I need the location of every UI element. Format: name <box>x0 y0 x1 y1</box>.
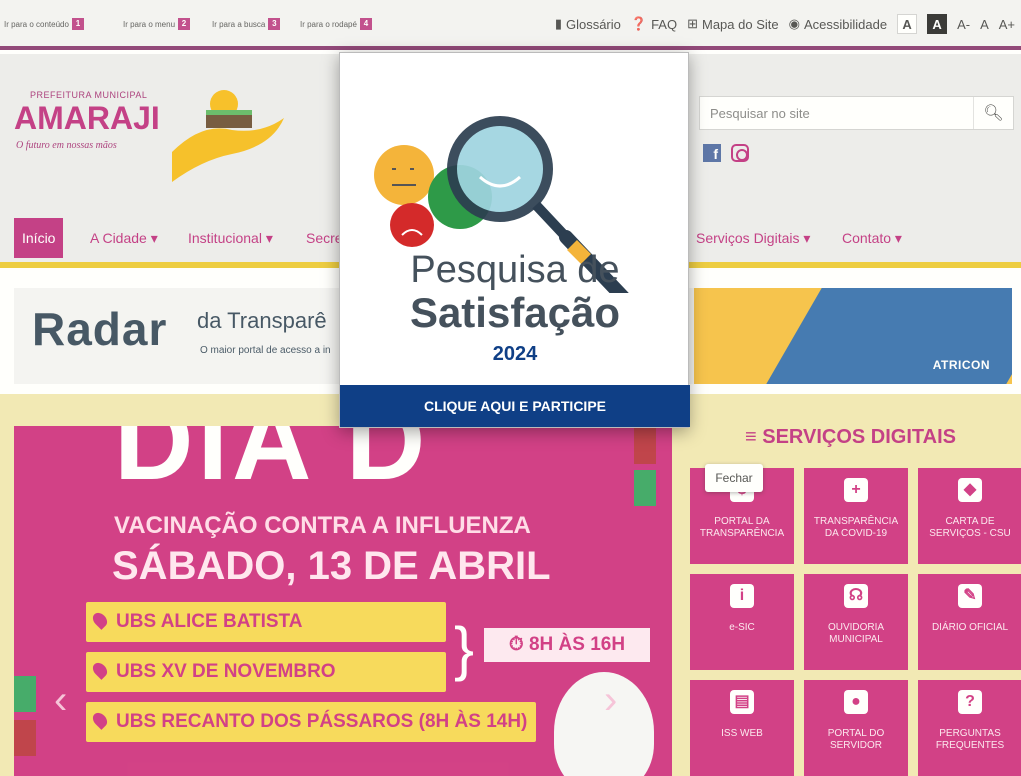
service-covid[interactable]: + TRANSPARÊNCIA DA COVID-19 <box>804 468 908 564</box>
survey-year: 2024 <box>492 343 538 365</box>
nav-item-institucional[interactable]: Institucional ▾ <box>180 218 281 258</box>
nav-item-a-cidade[interactable]: A Cidade ▾ <box>82 218 166 258</box>
close-tooltip[interactable]: Fechar <box>705 464 763 492</box>
search-box: 🔍︎ <box>699 96 1014 130</box>
slide-line2: SÁBADO, 13 DE ABRIL <box>112 544 551 588</box>
facebook-icon[interactable]: f <box>703 144 721 162</box>
skip-label: Ir para o conteúdo <box>4 19 69 29</box>
chat-question-icon: ? <box>958 690 982 714</box>
skip-key: 1 <box>71 18 84 30</box>
contrast-normal-button[interactable]: A <box>897 14 918 34</box>
glossary-label: Glossário <box>565 16 621 32</box>
font-decrease-button[interactable]: A- <box>957 17 970 32</box>
top-bar: Ir para o conteúdo 1 Ir para o menu 2 Ir p… <box>0 0 1021 50</box>
headset-icon: ☊ <box>844 584 868 608</box>
slide-ubs-2: UBS XV DE NOVEMBRO <box>86 652 446 692</box>
banner-transparency-text: da Transparê <box>197 308 327 333</box>
tab-icon[interactable] <box>634 470 656 506</box>
slide-ubs-1: UBS ALICE BATISTA <box>86 602 446 642</box>
accessibility-link[interactable]: ◉ Acessibilidade <box>789 16 887 32</box>
service-label: PORTAL DO SERVIDOR <box>827 728 885 751</box>
logo-name: AMARAJI <box>14 100 160 136</box>
service-esic[interactable]: i e-SIC <box>690 574 794 670</box>
social-links: f <box>703 144 749 162</box>
shield-icon[interactable] <box>634 428 656 464</box>
carousel-prev-icon[interactable]: ‹ <box>54 678 67 723</box>
faq-label: FAQ <box>651 16 678 32</box>
service-label: e-SIC <box>729 622 755 633</box>
medical-cross-icon: + <box>844 478 868 502</box>
banner-subtitle: O maior portal de acesso a in <box>200 345 331 356</box>
carousel-slide[interactable]: DIA D VACINAÇÃO CONTRA A INFLUENZA SÁBAD… <box>14 426 672 776</box>
slide-brace: } <box>454 615 475 682</box>
tag-icon: ◆ <box>958 478 982 502</box>
slide-ubs-3: UBS RECANTO DOS PÁSSAROS (8H ÀS 14H) <box>86 702 536 742</box>
users-icon: ● <box>844 690 868 714</box>
nav-item-servicos-digitais[interactable]: Serviços Digitais ▾ <box>688 218 818 258</box>
service-label: PORTAL DA TRANSPARÊNCIA <box>699 516 785 539</box>
question-icon: ❓ <box>630 16 648 31</box>
service-label: DIÁRIO OFICIAL <box>931 622 1009 633</box>
sitemap-link[interactable]: ⊞ Mapa do Site <box>687 16 779 32</box>
skip-to-footer-link[interactable]: Ir para o rodapé 4 <box>300 18 372 30</box>
service-carta[interactable]: ◆ CARTA DE SERVIÇOS - CSU <box>918 468 1021 564</box>
search-button[interactable]: 🔍︎ <box>973 97 1013 129</box>
document-edit-icon: ✎ <box>958 584 982 608</box>
sitemap-icon: ⊞ <box>687 16 698 31</box>
carousel-next-icon[interactable]: › <box>604 678 617 723</box>
service-diario[interactable]: ✎ DIÁRIO OFICIAL <box>918 574 1021 670</box>
top-links: ▮ Glossário ❓ FAQ ⊞ Mapa do Site ◉ Acessibil… <box>555 14 1015 34</box>
satisfaction-survey-modal[interactable]: Pesquisa de Satisfação 2024 CLIQUE AQUI … <box>339 52 690 428</box>
search-icon: 🔍︎ <box>983 105 1004 122</box>
survey-title-1: Pesquisa de <box>410 249 620 291</box>
book-icon: ▮ <box>554 16 562 31</box>
service-label: TRANSPARÊNCIA DA COVID-19 <box>813 516 899 539</box>
sitemap-label: Mapa do Site <box>702 16 779 32</box>
participate-button[interactable]: CLIQUE AQUI E PARTICIPE <box>340 385 690 427</box>
service-servidor[interactable]: ● PORTAL DO SERVIDOR <box>804 680 908 776</box>
banner-partner-logo: ATRICON <box>932 358 990 372</box>
nav-item-inicio[interactable]: Início <box>14 218 64 258</box>
nav-item-contato[interactable]: Contato ▾ <box>834 218 910 258</box>
faq-link[interactable]: ❓ FAQ <box>631 16 677 32</box>
banner-radar-text: Radar <box>32 303 168 355</box>
services-title: ≡ SERVIÇOS DIGITAIS <box>745 426 956 448</box>
printer-icon: ▤ <box>730 690 754 714</box>
instagram-icon[interactable] <box>731 144 749 162</box>
skip-label: Ir para a busca <box>212 19 266 29</box>
skip-key: 4 <box>359 18 372 30</box>
hand-sun-logo-icon <box>172 90 284 182</box>
accessibility-icon: ◉ <box>788 16 800 31</box>
service-label: CARTA DE SERVIÇOS - CSU <box>929 516 1011 539</box>
service-label: PERGUNTAS FREQUENTES <box>935 728 1005 751</box>
search-input[interactable] <box>700 97 973 129</box>
survey-title-2: Satisfação <box>409 289 621 336</box>
skip-to-search-link[interactable]: Ir para a busca 3 <box>212 18 281 30</box>
slide-hours: ⏱ 8H ÀS 16H <box>482 626 652 664</box>
logo-slogan: O futuro em nossas mãos <box>16 140 117 151</box>
skip-key: 3 <box>268 18 281 30</box>
service-faq[interactable]: ? PERGUNTAS FREQUENTES <box>918 680 1021 776</box>
font-reset-button[interactable]: A <box>980 17 989 32</box>
slide-headline: DIA D <box>114 426 430 503</box>
font-increase-button[interactable]: A+ <box>999 17 1015 32</box>
service-label: OUVIDORIA MUNICIPAL <box>827 622 885 645</box>
logo-top-text: PREFEITURA MUNICIPAL <box>30 90 148 100</box>
accessibility-label: Acessibilidade <box>803 16 888 32</box>
service-iss[interactable]: ▤ ISS WEB <box>690 680 794 776</box>
service-label: ISS WEB <box>721 728 763 739</box>
skip-to-menu-link[interactable]: Ir para o menu 2 <box>123 18 191 30</box>
skip-label: Ir para o rodapé <box>300 19 357 29</box>
site-logo[interactable]: PREFEITURA MUNICIPAL AMARAJI O futuro em… <box>14 82 294 192</box>
skip-to-content-link[interactable]: Ir para o conteúdo 1 <box>4 18 84 30</box>
glossary-link[interactable]: ▮ Glossário <box>555 16 621 32</box>
service-ouvidoria[interactable]: ☊ OUVIDORIA MUNICIPAL <box>804 574 908 670</box>
contrast-high-button[interactable]: A <box>927 14 948 34</box>
skip-key: 2 <box>178 18 191 30</box>
slide-line1: VACINAÇÃO CONTRA A INFLUENZA <box>114 512 531 539</box>
tab-icon[interactable] <box>14 676 36 712</box>
shield-icon[interactable] <box>14 720 36 756</box>
skip-label: Ir para o menu <box>123 19 176 29</box>
info-icon: i <box>730 584 754 608</box>
